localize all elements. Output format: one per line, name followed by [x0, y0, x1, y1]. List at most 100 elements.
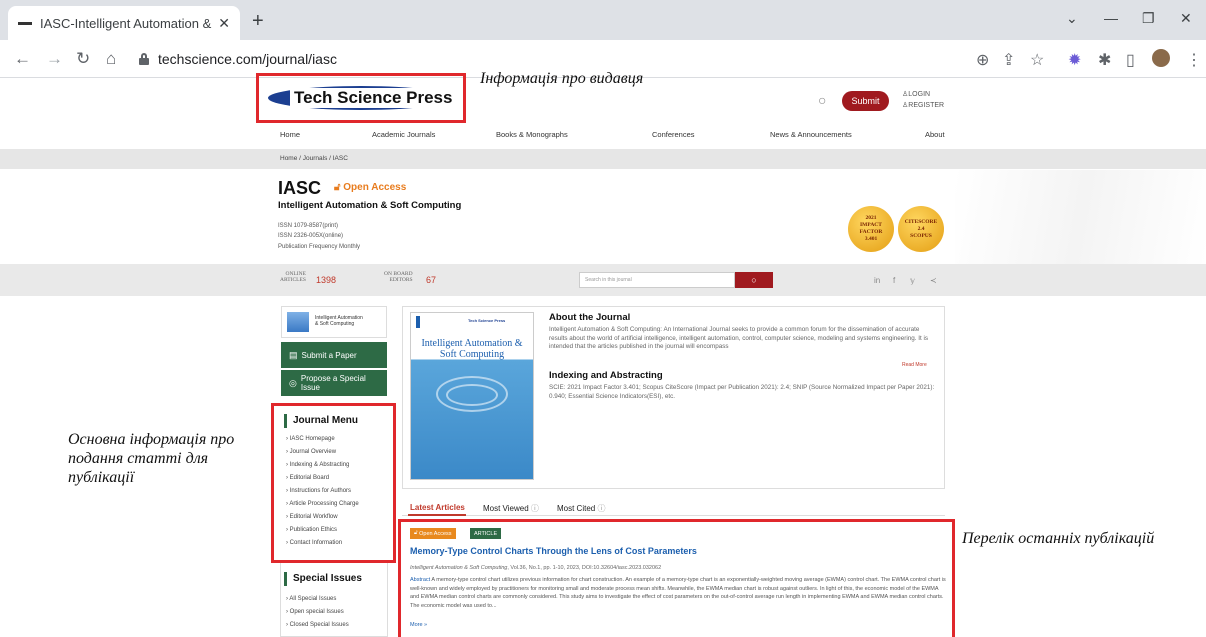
impact-factor-badge[interactable]: 2021 IMPACT FACTOR 3.401	[848, 206, 894, 252]
special-item-all[interactable]: › All Special Issues	[286, 596, 336, 602]
home-icon[interactable]: ⌂	[106, 49, 116, 69]
online-articles-count: 1398	[316, 275, 337, 285]
site-search-icon[interactable]: ○	[818, 92, 826, 108]
active-tab-underline	[408, 514, 466, 516]
board-editors-label: ON BOARD EDITORS	[384, 271, 413, 283]
menu-item-apc[interactable]: › Article Processing Charge	[286, 501, 359, 507]
nav-books[interactable]: Books & Monographs	[496, 130, 568, 139]
register-link[interactable]: ♙REGISTER	[902, 101, 944, 109]
indexing-heading: Indexing and Abstracting	[549, 370, 663, 381]
site-logo[interactable]: Tech Science Press	[268, 82, 458, 114]
menu-item-label: Article Processing Charge	[289, 501, 359, 507]
badge-line: CITESCORE	[904, 218, 938, 225]
menu-item-label: Publication Ethics	[289, 527, 338, 533]
tab-most-cited[interactable]: Most Cited ⓘ	[557, 503, 605, 514]
tab-latest-articles[interactable]: Latest Articles	[410, 503, 465, 512]
back-icon[interactable]: ←	[14, 49, 31, 69]
menu-item-workflow[interactable]: › Editorial Workflow	[286, 514, 338, 520]
annotation-publisher: Інформація про видавця	[480, 70, 644, 87]
menu-item-contact[interactable]: › Contact Information	[286, 540, 342, 546]
propose-special-issue-button[interactable]: ◎ Propose a Special Issue	[281, 370, 387, 396]
submit-button[interactable]: Submit	[842, 91, 889, 111]
side-panel-icon[interactable]: ▯	[1126, 50, 1135, 70]
menu-item-editorial-board[interactable]: › Editorial Board	[286, 475, 329, 481]
close-tab-icon[interactable]: ✕	[218, 15, 230, 32]
search-icon: ○	[751, 275, 757, 285]
special-item-label: Closed Special Issues	[289, 622, 349, 628]
issn-print: ISSN 1079-8587(print)	[278, 223, 339, 229]
zoom-icon[interactable]: ⊕	[976, 50, 989, 70]
journal-mini-card[interactable]: Intelligent Automation & Soft Computing	[281, 306, 387, 338]
extension-icon[interactable]: ✹	[1068, 50, 1081, 70]
indexing-text: SCIE: 2021 Impact Factor 3.401; Scopus C…	[549, 384, 935, 400]
reload-icon[interactable]: ↻	[76, 49, 90, 69]
menu-item-ethics[interactable]: › Publication Ethics	[286, 527, 337, 533]
nav-conferences[interactable]: Conferences	[652, 130, 695, 139]
share-icon[interactable]: ≺	[930, 276, 937, 285]
nav-about[interactable]: About	[925, 130, 945, 139]
article-title[interactable]: Memory-Type Control Charts Through the L…	[410, 546, 697, 556]
browser-tab-bar: IASC-Intelligent Automation & So ✕ + ⌄ —…	[0, 0, 1206, 40]
nav-academic-journals[interactable]: Academic Journals	[372, 130, 435, 139]
tab-title: IASC-Intelligent Automation & So	[40, 15, 213, 31]
mini-card-title: Intelligent Automation & Soft Computing	[315, 315, 363, 327]
menu-item-label: Editorial Board	[289, 475, 330, 481]
open-access-lock-icon: 🔓︎	[414, 530, 418, 536]
menu-item-instructions[interactable]: › Instructions for Authors	[286, 488, 351, 494]
badge-line: IMPACT	[860, 222, 882, 228]
stat-label-line: ARTICLES	[280, 277, 306, 283]
tab-most-viewed[interactable]: Most Viewed ⓘ	[483, 503, 539, 514]
menu-item-label: Editorial Workflow	[289, 514, 338, 520]
twitter-icon[interactable]: 𝕪	[910, 276, 915, 285]
puzzle-icon[interactable]: ✱	[1098, 50, 1111, 70]
journal-name: Intelligent Automation & Soft Computing	[278, 200, 462, 211]
menu-item-label: Journal Overview	[289, 449, 337, 455]
special-item-open[interactable]: › Open special Issues	[286, 609, 344, 615]
share-icon[interactable]: ⇪	[1002, 50, 1015, 70]
abstract-text: A memory-type control chart utilizes pre…	[410, 577, 946, 609]
meta-journal: Intelligent Automation & Soft Computing	[410, 565, 508, 571]
login-link[interactable]: ♙LOGIN	[902, 90, 930, 98]
menu-item-indexing[interactable]: › Indexing & Abstracting	[286, 462, 349, 468]
read-more-link[interactable]: Read More	[902, 362, 927, 368]
menu-kebab-icon[interactable]: ⋮	[1186, 50, 1202, 70]
minimize-icon[interactable]: —	[1104, 10, 1118, 26]
favicon-icon	[18, 21, 32, 25]
tab-search-chevron-icon[interactable]: ⌄	[1066, 10, 1078, 27]
url-bar[interactable]: techscience.com/journal/iasc	[138, 45, 958, 73]
propose-issue-label: Propose a Special Issue	[300, 374, 366, 392]
publication-frequency: Publication Frequency Monthly	[278, 244, 361, 250]
close-window-icon[interactable]: ✕	[1180, 10, 1192, 27]
annotation-latest: Перелік останніх публікацій	[962, 530, 1155, 547]
profile-avatar[interactable]	[1152, 49, 1170, 67]
bookmark-star-icon[interactable]: ☆	[1030, 50, 1044, 70]
badge-line: 3.401	[864, 236, 878, 242]
new-tab-icon[interactable]: +	[252, 10, 264, 33]
facebook-icon[interactable]: f	[893, 276, 895, 285]
badge-line: 2021	[865, 215, 877, 221]
breadcrumb[interactable]: Home / Journals / IASC	[280, 155, 348, 162]
menu-item-homepage[interactable]: › IASC Homepage	[286, 436, 335, 442]
meta-details: , Vol.36, No.1, pp. 1-10, 2023, DOI:10.3…	[507, 565, 662, 571]
journal-search-input[interactable]: Search in this journal	[579, 272, 735, 288]
journal-search-button[interactable]: ○	[735, 272, 773, 288]
cover-mark	[416, 316, 420, 328]
menu-item-label: Indexing & Abstracting	[289, 462, 350, 468]
article-abstract: Abstract A memory-type control chart uti…	[410, 576, 946, 610]
tabs-divider	[402, 515, 945, 516]
restore-icon[interactable]: ❐	[1142, 10, 1155, 27]
special-item-closed[interactable]: › Closed Special Issues	[286, 622, 349, 628]
browser-tab[interactable]: IASC-Intelligent Automation & So ✕	[8, 6, 240, 40]
nav-home[interactable]: Home	[280, 130, 300, 139]
menu-item-overview[interactable]: › Journal Overview	[286, 449, 336, 455]
stat-label-line: EDITORS	[389, 277, 413, 283]
tag-label: Open Access	[419, 530, 452, 537]
submit-paper-button[interactable]: ▤ Submit a Paper	[281, 342, 387, 368]
more-link[interactable]: More »	[410, 622, 427, 628]
citescore-badge[interactable]: CITESCORE 2.4 SCOPUS	[898, 206, 944, 252]
linkedin-icon[interactable]: in	[874, 276, 880, 285]
forward-icon[interactable]: →	[46, 49, 63, 69]
journal-menu-title: Journal Menu	[284, 414, 358, 428]
nav-news[interactable]: News & Announcements	[770, 130, 852, 139]
journal-thumb	[287, 312, 309, 332]
